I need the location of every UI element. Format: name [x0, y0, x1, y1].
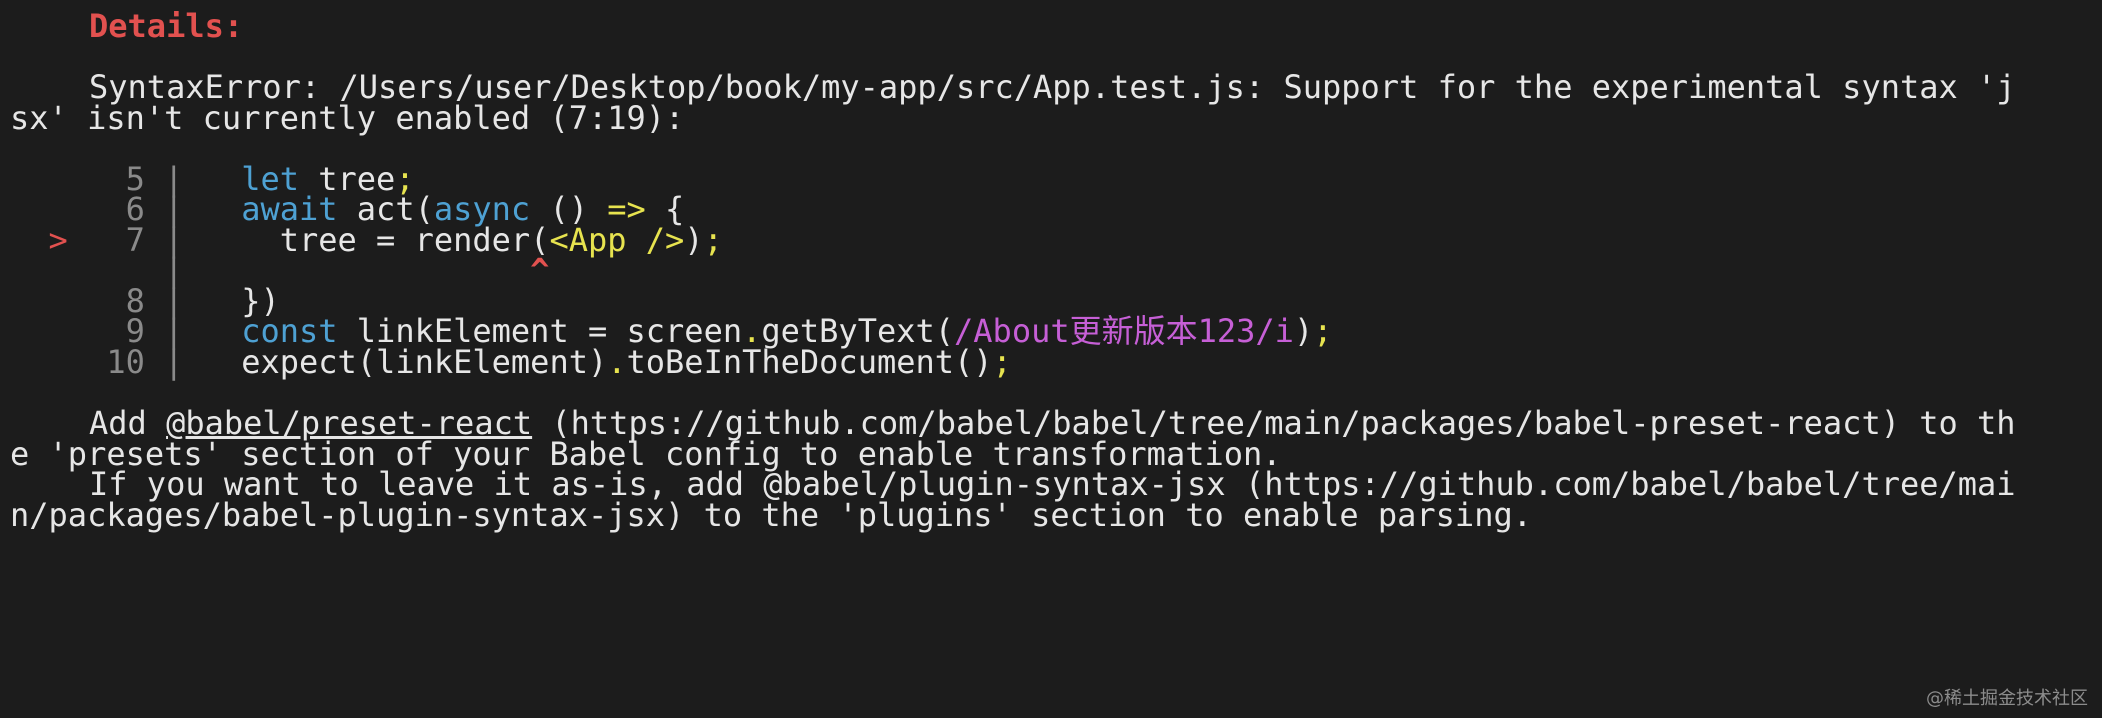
punctuation: .	[607, 343, 627, 381]
syntax-error-message-line-2: sx' isn't currently enabled (7:19):	[10, 99, 685, 137]
details-heading: Details:	[89, 7, 244, 45]
terminal-output: Details: SyntaxError: /Users/user/Deskto…	[0, 0, 2102, 718]
code-text: expect(linkElement)	[241, 343, 608, 381]
jsx-tag: <App />	[549, 221, 685, 259]
error-caret: ^	[530, 251, 550, 289]
plugin-syntax-message-line-2: n/packages/babel-plugin-syntax-jsx) to t…	[10, 496, 1532, 534]
code-line-10: 10 | expect(linkElement).toBeInTheDocume…	[10, 342, 1012, 383]
punctuation: ;	[1313, 312, 1333, 350]
code-text: toBeInTheDocument()	[626, 343, 993, 381]
line-number: 10	[106, 343, 145, 381]
gutter-bar: |	[164, 343, 184, 381]
watermark-text: @稀土掘金技术社区	[1926, 688, 2088, 709]
code-text: )	[1293, 312, 1314, 350]
punctuation: ;	[992, 343, 1012, 381]
punctuation: ;	[703, 221, 723, 259]
code-text: )	[684, 221, 704, 259]
